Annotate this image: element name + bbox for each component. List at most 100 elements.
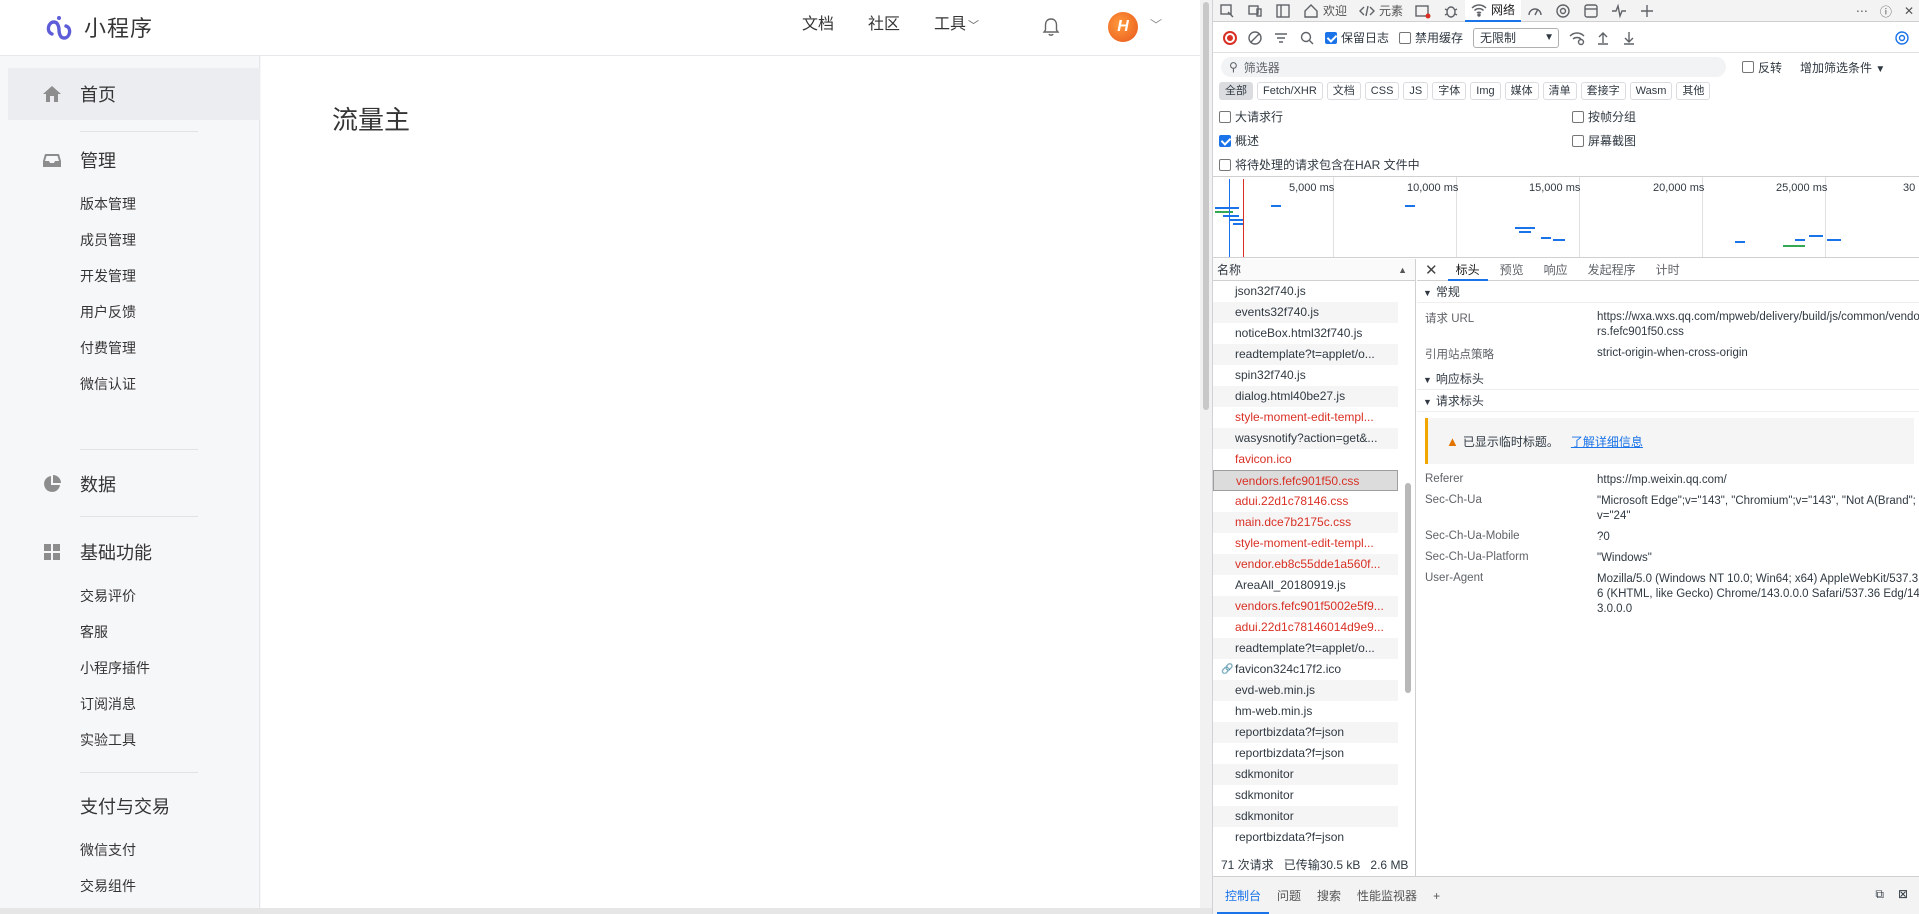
sidebar-item-version[interactable]: 版本管理 bbox=[80, 186, 260, 222]
page-scrollbar-thumb[interactable] bbox=[1203, 2, 1209, 410]
request-row[interactable]: sdkmonitor bbox=[1213, 764, 1398, 785]
drawer-tab[interactable]: 问题 bbox=[1269, 878, 1309, 914]
more-icon[interactable]: ⋯ bbox=[1856, 4, 1868, 18]
type-filter-chip[interactable]: CSS bbox=[1364, 82, 1400, 100]
tab-network[interactable]: 网络 bbox=[1465, 0, 1522, 22]
close-icon[interactable]: ✕ bbox=[1904, 4, 1914, 18]
drawer-tab[interactable]: 搜索 bbox=[1309, 878, 1349, 914]
type-filter-chip[interactable]: 全部 bbox=[1219, 82, 1253, 100]
type-filter-chip[interactable]: JS bbox=[1403, 82, 1429, 100]
add-tab-icon[interactable] bbox=[1633, 0, 1661, 22]
more-filters-dropdown[interactable]: 增加筛选条件 ▼ bbox=[1800, 59, 1885, 76]
filter-icon[interactable] bbox=[1273, 30, 1289, 46]
response-headers-section-header[interactable]: ▼ 响应标头 bbox=[1417, 368, 1919, 390]
sidebar-item-trade[interactable]: 交易组件 bbox=[80, 868, 260, 904]
request-row[interactable]: reportbizdata?f=json bbox=[1213, 743, 1398, 764]
filter-input[interactable]: ⚲ 筛选器 bbox=[1221, 57, 1726, 77]
help-icon[interactable]: ⓘ bbox=[1880, 3, 1892, 20]
detail-tab[interactable]: 标头 bbox=[1447, 259, 1488, 281]
request-row[interactable]: style-moment-edit-templ... bbox=[1213, 533, 1398, 554]
record-icon[interactable] bbox=[1223, 30, 1237, 45]
type-filter-chip[interactable]: Img bbox=[1470, 82, 1501, 100]
performance-icon[interactable] bbox=[1521, 0, 1549, 22]
request-row[interactable]: readtemplate?t=applet/o... bbox=[1213, 344, 1398, 365]
settings-gear-icon[interactable] bbox=[1549, 0, 1577, 22]
sidebar-item-manage[interactable]: 管理 bbox=[8, 134, 260, 186]
request-row[interactable]: favicon.ico bbox=[1213, 449, 1398, 470]
throttling-select[interactable]: 无限制 ▼ bbox=[1473, 27, 1560, 48]
bell-icon[interactable] bbox=[1040, 16, 1062, 38]
detail-tab[interactable]: 响应 bbox=[1536, 259, 1576, 281]
application-icon[interactable] bbox=[1577, 0, 1605, 22]
request-row[interactable]: wasysnotify?action=get&... bbox=[1213, 428, 1398, 449]
preserve-log-checkbox[interactable]: 保留日志 bbox=[1325, 29, 1389, 46]
screenshots-checkbox[interactable]: 屏幕截图 bbox=[1572, 132, 1636, 149]
tab-welcome[interactable]: 欢迎 bbox=[1297, 0, 1353, 22]
request-row[interactable]: sdkmonitor bbox=[1213, 785, 1398, 806]
sidebar-item-members[interactable]: 成员管理 bbox=[80, 222, 260, 258]
request-row[interactable]: adui.22d1c78146014d9e9... bbox=[1213, 617, 1398, 638]
sidebar-item-paid[interactable]: 付费管理 bbox=[80, 330, 260, 366]
request-row[interactable]: sdkmonitor bbox=[1213, 806, 1398, 827]
nav-community[interactable]: 社区 bbox=[868, 14, 900, 37]
device-toggle-icon[interactable] bbox=[1241, 0, 1269, 22]
sidebar-item-home[interactable]: 首页 bbox=[8, 68, 260, 120]
inspect-icon[interactable] bbox=[1213, 0, 1241, 22]
type-filter-chip[interactable]: Fetch/XHR bbox=[1257, 82, 1323, 100]
detail-tab[interactable]: 预览 bbox=[1492, 259, 1532, 281]
request-row[interactable]: readtemplate?t=applet/o... bbox=[1213, 638, 1398, 659]
request-row[interactable]: events32f740.js bbox=[1213, 302, 1398, 323]
upload-icon[interactable] bbox=[1595, 30, 1611, 46]
disable-cache-checkbox[interactable]: 禁用缓存 bbox=[1399, 29, 1463, 46]
network-overview-timeline[interactable]: 5,000 ms 10,000 ms 15,000 ms 20,000 ms 2… bbox=[1213, 176, 1919, 258]
sidebar-item-feedback[interactable]: 用户反馈 bbox=[80, 294, 260, 330]
request-row[interactable]: spin32f740.js bbox=[1213, 365, 1398, 386]
sidebar-item-plugins[interactable]: 小程序插件 bbox=[80, 650, 260, 686]
type-filter-chip[interactable]: 清单 bbox=[1542, 82, 1577, 100]
sidebar-item-verify[interactable]: 微信认证 bbox=[80, 366, 260, 402]
dock-icon[interactable] bbox=[1269, 0, 1297, 22]
learn-more-link[interactable]: 了解详细信息 bbox=[1571, 433, 1643, 450]
type-filter-chip[interactable]: Wasm bbox=[1629, 82, 1673, 100]
request-row[interactable]: vendors.fefc901f5002e5f9... bbox=[1213, 596, 1398, 617]
search-icon[interactable] bbox=[1299, 30, 1315, 46]
sidebar-item-pay[interactable]: 支付与交易 bbox=[8, 780, 260, 832]
request-row[interactable]: main.dce7b2175c.css bbox=[1213, 512, 1398, 533]
settings-gear-icon[interactable] bbox=[1894, 30, 1910, 46]
close-icon[interactable]: ✕ bbox=[1425, 261, 1438, 279]
request-row[interactable]: style-moment-edit-templ... bbox=[1213, 407, 1398, 428]
sidebar-item-service[interactable]: 客服 bbox=[80, 614, 260, 650]
request-row[interactable]: vendors.fefc901f50.css bbox=[1213, 470, 1398, 491]
sidebar-item-wxpay[interactable]: 微信支付 bbox=[80, 832, 260, 868]
type-filter-chip[interactable]: 字体 bbox=[1432, 82, 1467, 100]
request-row[interactable]: noticeBox.html32f740.js bbox=[1213, 323, 1398, 344]
request-row[interactable]: AreaAll_20180919.js bbox=[1213, 575, 1398, 596]
close-drawer-icon[interactable]: ⊠ bbox=[1898, 887, 1908, 902]
detail-tab[interactable]: 发起程序 bbox=[1580, 259, 1644, 281]
scrollbar-thumb[interactable] bbox=[1405, 483, 1411, 693]
group-by-frame-checkbox[interactable]: 按帧分组 bbox=[1572, 108, 1636, 125]
request-row[interactable]: dialog.html40be27.js bbox=[1213, 386, 1398, 407]
request-headers-section-header[interactable]: ▼ 请求标头 bbox=[1417, 390, 1919, 412]
request-row[interactable]: vendor.eb8c55dde1a560f... bbox=[1213, 554, 1398, 575]
nav-tools[interactable]: 工具 ﹀ bbox=[934, 14, 979, 37]
overview-checkbox[interactable]: 概述 bbox=[1219, 132, 1259, 149]
request-row[interactable]: 🔗 favicon324c17f2.ico bbox=[1213, 659, 1398, 680]
request-list-scrollbar[interactable] bbox=[1403, 283, 1413, 853]
general-section-header[interactable]: ▼ 常规 bbox=[1417, 281, 1919, 303]
tab-elements[interactable]: 元素 bbox=[1353, 0, 1409, 22]
request-row[interactable]: adui.22d1c78146.css bbox=[1213, 491, 1398, 512]
sidebar-item-experiment[interactable]: 实验工具 bbox=[80, 722, 260, 758]
logo[interactable]: 小程序 bbox=[42, 10, 153, 44]
request-row[interactable]: evd-web.min.js bbox=[1213, 680, 1398, 701]
add-drawer-tab-icon[interactable]: + bbox=[1425, 878, 1448, 914]
invert-checkbox[interactable]: 反转 bbox=[1742, 59, 1782, 76]
request-row[interactable]: reportbizdata?f=json bbox=[1213, 722, 1398, 743]
drawer-tab[interactable]: 控制台 bbox=[1217, 878, 1270, 914]
detail-tab[interactable]: 计时 bbox=[1648, 259, 1688, 281]
har-checkbox[interactable]: 将待处理的请求包含在HAR 文件中 bbox=[1219, 156, 1420, 173]
bug-icon[interactable] bbox=[1437, 0, 1465, 22]
sidebar-item-data[interactable]: 数据 bbox=[8, 458, 260, 510]
sidebar-item-subscribe[interactable]: 订阅消息 bbox=[80, 686, 260, 722]
network-conditions-icon[interactable] bbox=[1569, 30, 1585, 46]
